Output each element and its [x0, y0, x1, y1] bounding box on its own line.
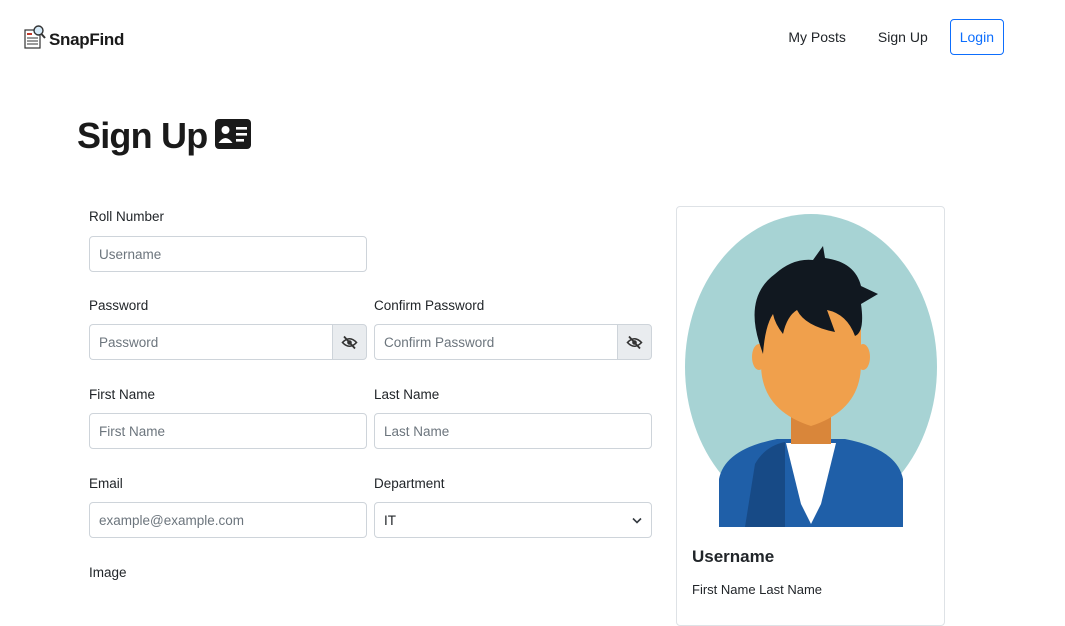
brand-name: SnapFind — [49, 29, 125, 49]
toggle-password-button[interactable] — [332, 324, 367, 360]
nav-sign-up[interactable]: Sign Up — [878, 29, 928, 45]
login-button[interactable]: Login — [949, 19, 1004, 55]
profile-preview-card: Username First Name Last Name — [676, 206, 945, 626]
navbar: SnapFind My Posts Sign Up Login — [0, 0, 1065, 75]
brand-link[interactable]: SnapFind — [24, 24, 124, 55]
roll-number-label: Roll Number — [89, 209, 165, 224]
first-name-label: First Name — [89, 387, 156, 402]
password-input[interactable] — [89, 324, 332, 360]
last-name-input[interactable] — [374, 413, 652, 449]
newspaper-search-icon — [24, 24, 49, 55]
first-name-input[interactable] — [89, 413, 367, 449]
department-select[interactable]: IT — [374, 502, 652, 538]
page-title-text: Sign Up — [77, 115, 208, 156]
toggle-confirm-password-button[interactable] — [617, 324, 652, 360]
email-label: Email — [89, 476, 123, 491]
image-label: Image — [89, 565, 127, 580]
eye-slash-icon — [341, 335, 358, 349]
department-selected-value: IT — [384, 512, 396, 528]
last-name-label: Last Name — [374, 387, 440, 402]
confirm-password-label: Confirm Password — [374, 298, 485, 313]
confirm-password-group — [374, 324, 652, 360]
nav-links: My Posts Sign Up Login — [788, 19, 1004, 55]
email-input[interactable] — [89, 502, 367, 538]
department-label: Department — [374, 476, 445, 491]
roll-number-input[interactable] — [89, 236, 367, 272]
avatar — [685, 214, 937, 527]
eye-slash-icon — [626, 335, 643, 349]
person-vcard-icon — [207, 118, 252, 154]
card-full-name: First Name Last Name — [692, 582, 823, 597]
password-group — [89, 324, 367, 360]
nav-my-posts[interactable]: My Posts — [788, 29, 846, 45]
chevron-down-icon — [632, 517, 642, 524]
card-username: Username — [692, 547, 775, 566]
page-title: Sign Up — [77, 115, 252, 157]
password-label: Password — [89, 298, 149, 313]
confirm-password-input[interactable] — [374, 324, 617, 360]
